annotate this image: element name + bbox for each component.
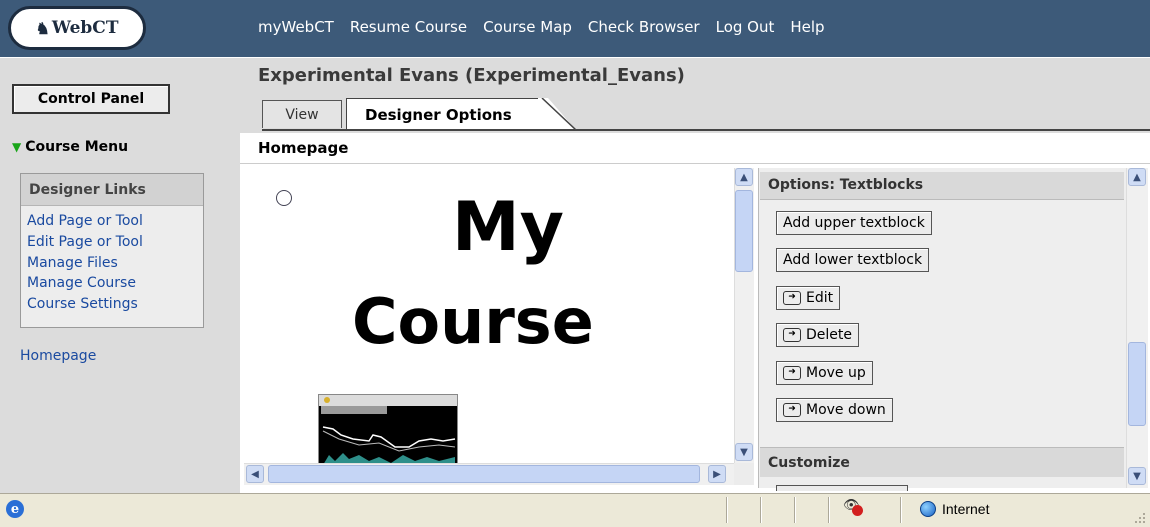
arrow-right-icon: ➜	[783, 291, 801, 305]
status-separator	[726, 497, 728, 523]
tab-baseline	[262, 129, 1150, 131]
tab-designer-options[interactable]: Designer Options	[346, 98, 542, 130]
designer-links-title: Designer Links	[21, 174, 203, 206]
globe-icon	[920, 501, 936, 517]
link-edit-page-or-tool[interactable]: Edit Page or Tool	[27, 234, 143, 250]
tab-view[interactable]: View	[262, 100, 342, 128]
scroll-down-icon[interactable]: ▼	[735, 443, 753, 461]
course-menu-toggle[interactable]: ▼ Course Menu	[12, 139, 128, 155]
scroll-thumb[interactable]	[735, 190, 753, 272]
button-label: Add upper textblock	[783, 215, 925, 231]
link-manage-files[interactable]: Manage Files	[27, 255, 118, 271]
options-vertical-scrollbar[interactable]	[1126, 168, 1148, 488]
nav-resume-course[interactable]: Resume Course	[350, 18, 467, 40]
status-separator	[794, 497, 796, 523]
security-zone-label: Internet	[942, 501, 990, 517]
course-menu-label: Course Menu	[25, 139, 129, 155]
move-up-button[interactable]: ➜ Move up	[776, 361, 873, 385]
divider	[240, 163, 1150, 164]
customize-header: Customize	[760, 447, 1124, 477]
triangle-down-icon: ▼	[12, 140, 22, 154]
resize-grip-icon[interactable]	[1134, 512, 1146, 524]
textblock-radio[interactable]	[276, 190, 292, 206]
add-upper-textblock-button[interactable]: Add upper textblock	[776, 211, 932, 235]
status-separator	[900, 497, 902, 523]
scrollbar-corner	[734, 463, 754, 485]
nav-course-map[interactable]: Course Map	[483, 18, 572, 40]
options-textblocks-header: Options: Textblocks	[760, 172, 1124, 200]
button-label: Move down	[806, 402, 886, 418]
heading-line-2: Course	[352, 285, 594, 358]
scroll-thumb-horizontal[interactable]	[268, 465, 700, 483]
webct-logo[interactable]: ♞ WebCT	[8, 6, 146, 50]
delete-button[interactable]: ➜ Delete	[776, 323, 859, 347]
top-nav: myWebCT Resume Course Course Map Check B…	[258, 18, 825, 40]
scroll-up-icon[interactable]: ▲	[735, 168, 753, 186]
customize-button-partial[interactable]	[776, 485, 908, 491]
nav-mywebct[interactable]: myWebCT	[258, 18, 334, 40]
add-lower-textblock-button[interactable]: Add lower textblock	[776, 248, 930, 272]
arrow-right-icon: ➜	[783, 366, 801, 380]
ie-page-icon: e	[6, 500, 24, 518]
button-label: Delete	[806, 327, 852, 343]
button-label: Edit	[806, 290, 834, 306]
screenshot-thumbnail	[318, 394, 458, 464]
nav-log-out[interactable]: Log Out	[716, 18, 775, 40]
page-title: Homepage	[258, 139, 349, 157]
link-course-settings[interactable]: Course Settings	[27, 296, 138, 312]
nav-check-browser[interactable]: Check Browser	[588, 18, 700, 40]
scroll-thumb[interactable]	[1128, 342, 1146, 426]
logo-figure-icon: ♞	[35, 18, 50, 38]
control-panel-button[interactable]: Control Panel	[12, 84, 170, 114]
course-title: Experimental Evans (Experimental_Evans)	[258, 65, 685, 86]
move-down-button[interactable]: ➜ Move down	[776, 398, 893, 422]
link-add-page-or-tool[interactable]: Add Page or Tool	[27, 213, 143, 229]
link-manage-course[interactable]: Manage Course	[27, 275, 136, 291]
privacy-blocked-icon[interactable]: 👁	[843, 498, 865, 518]
edit-button[interactable]: ➜ Edit	[776, 286, 841, 310]
button-label: Move up	[806, 365, 866, 381]
waveform-graphic	[319, 395, 457, 463]
scroll-down-icon[interactable]: ▼	[1128, 467, 1146, 485]
nav-help[interactable]: Help	[790, 18, 824, 40]
arrow-right-icon: ➜	[783, 403, 801, 417]
tab-slant-decoration	[538, 98, 577, 131]
scroll-left-icon[interactable]: ◀	[246, 465, 264, 483]
button-label: Add lower textblock	[783, 252, 923, 268]
link-homepage[interactable]: Homepage	[20, 348, 96, 364]
scroll-right-icon[interactable]: ▶	[708, 465, 726, 483]
status-separator	[828, 497, 830, 523]
status-separator	[760, 497, 762, 523]
arrow-right-icon: ➜	[783, 328, 801, 342]
heading-line-1: My	[452, 188, 564, 267]
scroll-up-icon[interactable]: ▲	[1128, 168, 1146, 186]
logo-text: WebCT	[51, 18, 119, 38]
